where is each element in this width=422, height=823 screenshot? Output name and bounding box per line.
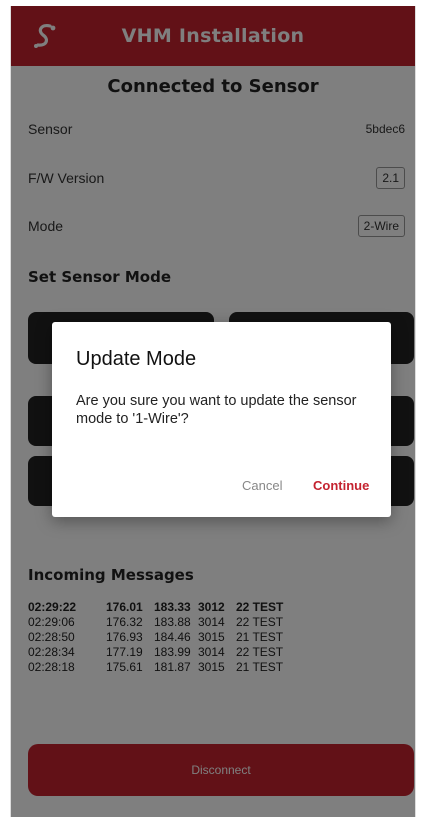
app-screen: VHM Installation Connected to Sensor Sen… xyxy=(10,6,416,817)
dialog-message: Are you sure you want to update the sens… xyxy=(76,393,357,427)
update-mode-dialog: Update Mode Are you sure you want to upd… xyxy=(52,322,391,517)
dialog-title: Update Mode xyxy=(76,348,197,370)
continue-button[interactable]: Continue xyxy=(313,478,369,493)
cancel-button[interactable]: Cancel xyxy=(242,478,282,493)
